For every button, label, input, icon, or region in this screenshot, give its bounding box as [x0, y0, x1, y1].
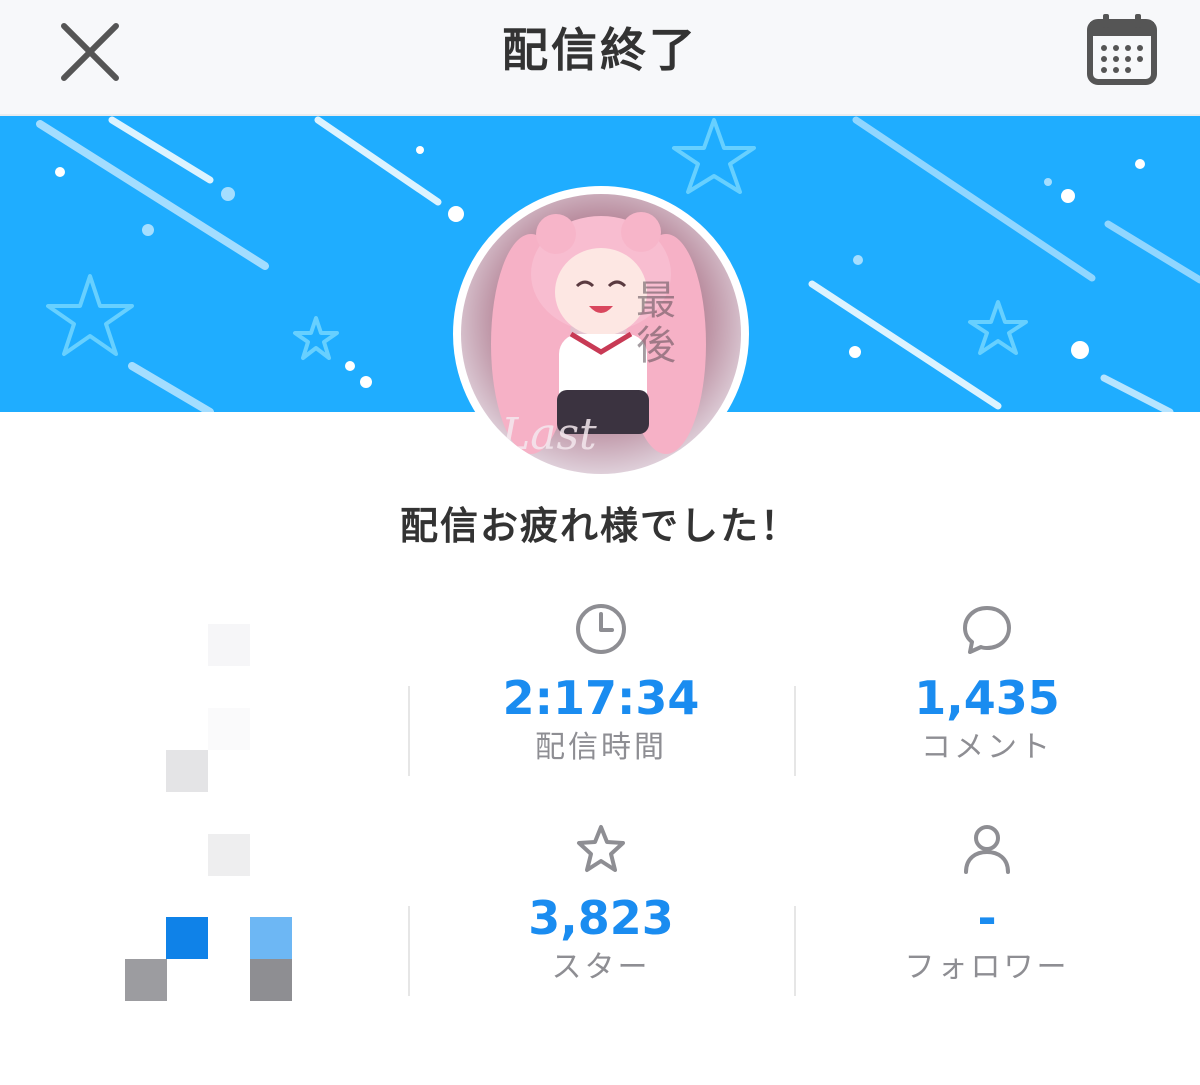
svg-text:後: 後 — [636, 323, 676, 369]
svg-text:Last: Last — [500, 409, 597, 460]
top-bar: 配信終了 — [0, 0, 1200, 116]
stat-followers: - フォロワー — [797, 822, 1177, 988]
person-icon — [964, 825, 1010, 874]
divider — [794, 906, 796, 996]
pixelated-block — [208, 624, 250, 666]
divider — [408, 686, 410, 776]
stat-comments: 1,435 コメント — [797, 602, 1177, 768]
stat-value: 1,435 — [914, 671, 1060, 725]
stat-value: 3,823 — [528, 891, 674, 945]
pixelated-block — [166, 917, 208, 959]
pixelated-block — [166, 750, 208, 792]
calendar-button[interactable] — [1086, 12, 1158, 86]
star-icon — [577, 825, 625, 872]
avatar-image: 最 後 Last — [461, 194, 741, 474]
clock-icon — [576, 604, 626, 654]
stat-label: 配信時間 — [535, 730, 667, 765]
pixelated-block — [250, 959, 292, 1001]
comment-icon — [963, 606, 1011, 654]
stat-stream-duration: 2:17:34 配信時間 — [411, 602, 791, 768]
calendar-icon — [1087, 14, 1157, 85]
thanks-message: 配信お疲れ様でした！ — [399, 504, 800, 548]
stat-label: スター — [551, 950, 651, 985]
avatar[interactable]: 最 後 Last — [453, 186, 749, 482]
pixelated-block — [250, 917, 292, 959]
stat-label: コメント — [921, 730, 1053, 765]
divider — [408, 906, 410, 996]
stat-value: - — [977, 891, 997, 945]
stat-label: フォロワー — [904, 950, 1070, 985]
pixelated-block — [208, 708, 250, 750]
svg-text:最: 最 — [636, 278, 676, 324]
stat-value: 2:17:34 — [502, 671, 700, 725]
pixelated-block — [125, 959, 167, 1001]
stat-stars: 3,823 スター — [411, 822, 791, 988]
divider — [794, 686, 796, 776]
page-title: 配信終了 — [502, 23, 698, 77]
pixelated-block — [208, 834, 250, 876]
